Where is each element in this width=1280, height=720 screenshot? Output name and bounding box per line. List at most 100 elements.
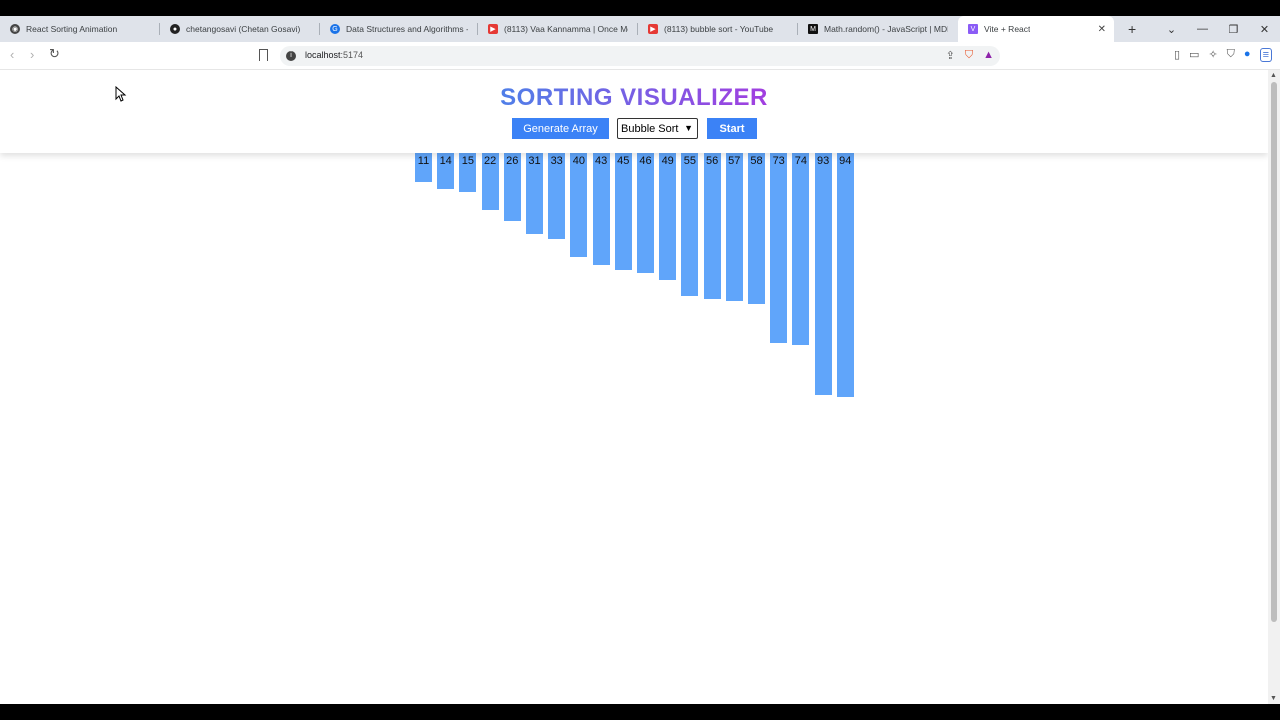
site-info-icon[interactable]: i: [286, 51, 296, 61]
brave-rewards-icon[interactable]: ▲: [983, 49, 994, 62]
google-icon: G: [330, 24, 340, 34]
array-bar-value: 43: [594, 155, 608, 167]
array-bar-value: 49: [661, 155, 674, 167]
browser-toolbar: ‹ › ↻ i localhost:5174 ⇪ ⛉ ▲ ▯ ▭ ✧ ⛉ ● ≡: [0, 42, 1280, 70]
array-bar: [725, 153, 743, 302]
close-window-icon[interactable]: ✕: [1249, 23, 1280, 36]
tab-react-sorting-animation[interactable]: ◉ React Sorting Animation: [0, 16, 160, 42]
tab-title: Math.random() - JavaScript | MDN: [824, 24, 948, 34]
tab-title: React Sorting Animation: [26, 24, 118, 34]
array-bar-value: 26: [506, 155, 519, 167]
youtube-icon: ▶: [488, 24, 498, 34]
brave-shield-icon[interactable]: ⛉: [965, 49, 973, 62]
array-bar: [681, 153, 699, 296]
back-icon[interactable]: ‹: [10, 47, 14, 62]
url-host: localhost: [305, 50, 341, 60]
tab-title: chetangosavi (Chetan Gosavi): [186, 24, 301, 34]
tab-title: (8113) bubble sort - YouTube: [664, 24, 774, 34]
array-bar-value: 40: [572, 155, 586, 167]
circle-logo-icon: ◉: [10, 24, 20, 34]
start-button[interactable]: Start: [707, 118, 757, 139]
array-bar: [836, 153, 854, 398]
array-bar-value: 57: [728, 155, 741, 167]
menu-icon[interactable]: ≡: [1259, 48, 1272, 62]
address-bar[interactable]: i localhost:5174 ⇪ ⛉ ▲: [280, 46, 1000, 66]
array-bar-value: 11: [417, 155, 430, 167]
array-bar-value: 15: [461, 155, 475, 167]
close-tab-icon[interactable]: ✕: [1098, 24, 1106, 35]
tab-vite-react[interactable]: V Vite + React ✕: [958, 16, 1114, 42]
tab-youtube-bubble-sort[interactable]: ▶ (8113) bubble sort - YouTube: [638, 16, 798, 42]
tab-strip: ◉ React Sorting Animation ● chetangosavi…: [0, 16, 1280, 42]
tab-search-icon[interactable]: ⌄: [1156, 23, 1187, 36]
extension-icon[interactable]: ●: [1244, 48, 1251, 62]
algorithm-select-value: Bubble Sort: [621, 122, 679, 135]
top-frame: [0, 0, 1280, 16]
forward-icon[interactable]: ›: [30, 47, 34, 62]
vpn-icon[interactable]: ⛉: [1227, 48, 1235, 62]
array-bar: [770, 153, 788, 343]
array-bar: [748, 153, 765, 304]
bars-container: 11 14 15 22 26 31 33 40 43 45 46 49 55 56 57 58 73 74 93 94: [415, 153, 855, 413]
array-bar-value: 55: [683, 155, 697, 167]
tab-dsa[interactable]: G Data Structures and Algorithms - Sc: [320, 16, 478, 42]
url-text[interactable]: localhost:5174: [305, 50, 363, 60]
youtube-icon: ▶: [648, 24, 658, 34]
array-bar-value: 46: [639, 155, 652, 167]
bookmark-icon[interactable]: [259, 49, 268, 61]
tab-title: Vite + React: [984, 24, 1031, 34]
array-bar: [614, 153, 632, 270]
leo-icon[interactable]: ✧: [1208, 48, 1217, 62]
url-port: :5174: [340, 50, 364, 60]
tab-youtube-song[interactable]: ▶ (8113) Vaa Kannamma | Once More: [478, 16, 638, 42]
restore-icon[interactable]: ❐: [1218, 23, 1249, 36]
controls: Generate Array Bubble Sort ▼ Start: [512, 118, 757, 139]
array-bar-value: 93: [816, 155, 830, 167]
array-bar: [703, 153, 721, 299]
page-viewport: SORTING VISUALIZER Generate Array Bubble…: [0, 70, 1268, 704]
toolbar-right-icons: ▯ ▭ ✧ ⛉ ● ≡: [1174, 48, 1272, 62]
minimize-icon[interactable]: —: [1187, 23, 1218, 35]
page-title: SORTING VISUALIZER: [0, 84, 1268, 112]
scrollbar-thumb[interactable]: [1271, 82, 1277, 622]
array-bar-value: 56: [705, 155, 719, 167]
generate-array-button[interactable]: Generate Array: [512, 118, 609, 139]
share-icon[interactable]: ⇪: [946, 49, 955, 62]
array-bar-value: 33: [550, 155, 563, 167]
array-bar: [659, 153, 677, 281]
page-title-text: SORTING VISUALIZER: [500, 84, 768, 111]
address-bar-icons: ⇪ ⛉ ▲: [946, 49, 994, 62]
array-bar-value: 58: [750, 155, 763, 167]
array-bar: [792, 153, 810, 346]
window-controls: ⌄ — ❐ ✕: [1156, 16, 1280, 42]
chevron-down-icon: ▼: [684, 123, 693, 133]
bottom-frame: [0, 704, 1280, 720]
array-bar-value: 45: [617, 155, 630, 167]
array-bar-value: 94: [839, 155, 852, 167]
app-header: SORTING VISUALIZER Generate Array Bubble…: [0, 70, 1268, 153]
array-bar-value: 73: [772, 155, 785, 167]
array-bar: [814, 153, 832, 395]
array-bar-value: 74: [794, 155, 808, 167]
tab-github[interactable]: ● chetangosavi (Chetan Gosavi): [160, 16, 320, 42]
array-bar-value: 31: [528, 155, 541, 167]
array-bar: [592, 153, 610, 265]
new-tab-icon[interactable]: +: [1128, 21, 1136, 37]
tab-title: Data Structures and Algorithms - Sc: [346, 24, 468, 34]
mdn-icon: M: [808, 24, 818, 34]
array-bar-value: 22: [483, 155, 497, 167]
scrollbar[interactable]: ▲ ▼: [1268, 70, 1280, 704]
mouse-cursor-icon: [115, 86, 127, 102]
wallet-icon[interactable]: ▭: [1189, 48, 1199, 62]
algorithm-select[interactable]: Bubble Sort ▼: [617, 118, 698, 139]
scroll-down-icon[interactable]: ▼: [1270, 695, 1277, 702]
tab-title: (8113) Vaa Kannamma | Once More: [504, 24, 628, 34]
vite-icon: V: [968, 24, 978, 34]
array-bar-value: 14: [439, 155, 452, 167]
github-icon: ●: [170, 24, 180, 34]
array-bar: [637, 153, 654, 273]
scroll-up-icon[interactable]: ▲: [1270, 72, 1277, 79]
sidebar-icon[interactable]: ▯: [1174, 48, 1180, 62]
reload-icon[interactable]: ↻: [49, 46, 60, 62]
tab-mdn[interactable]: M Math.random() - JavaScript | MDN: [798, 16, 958, 42]
